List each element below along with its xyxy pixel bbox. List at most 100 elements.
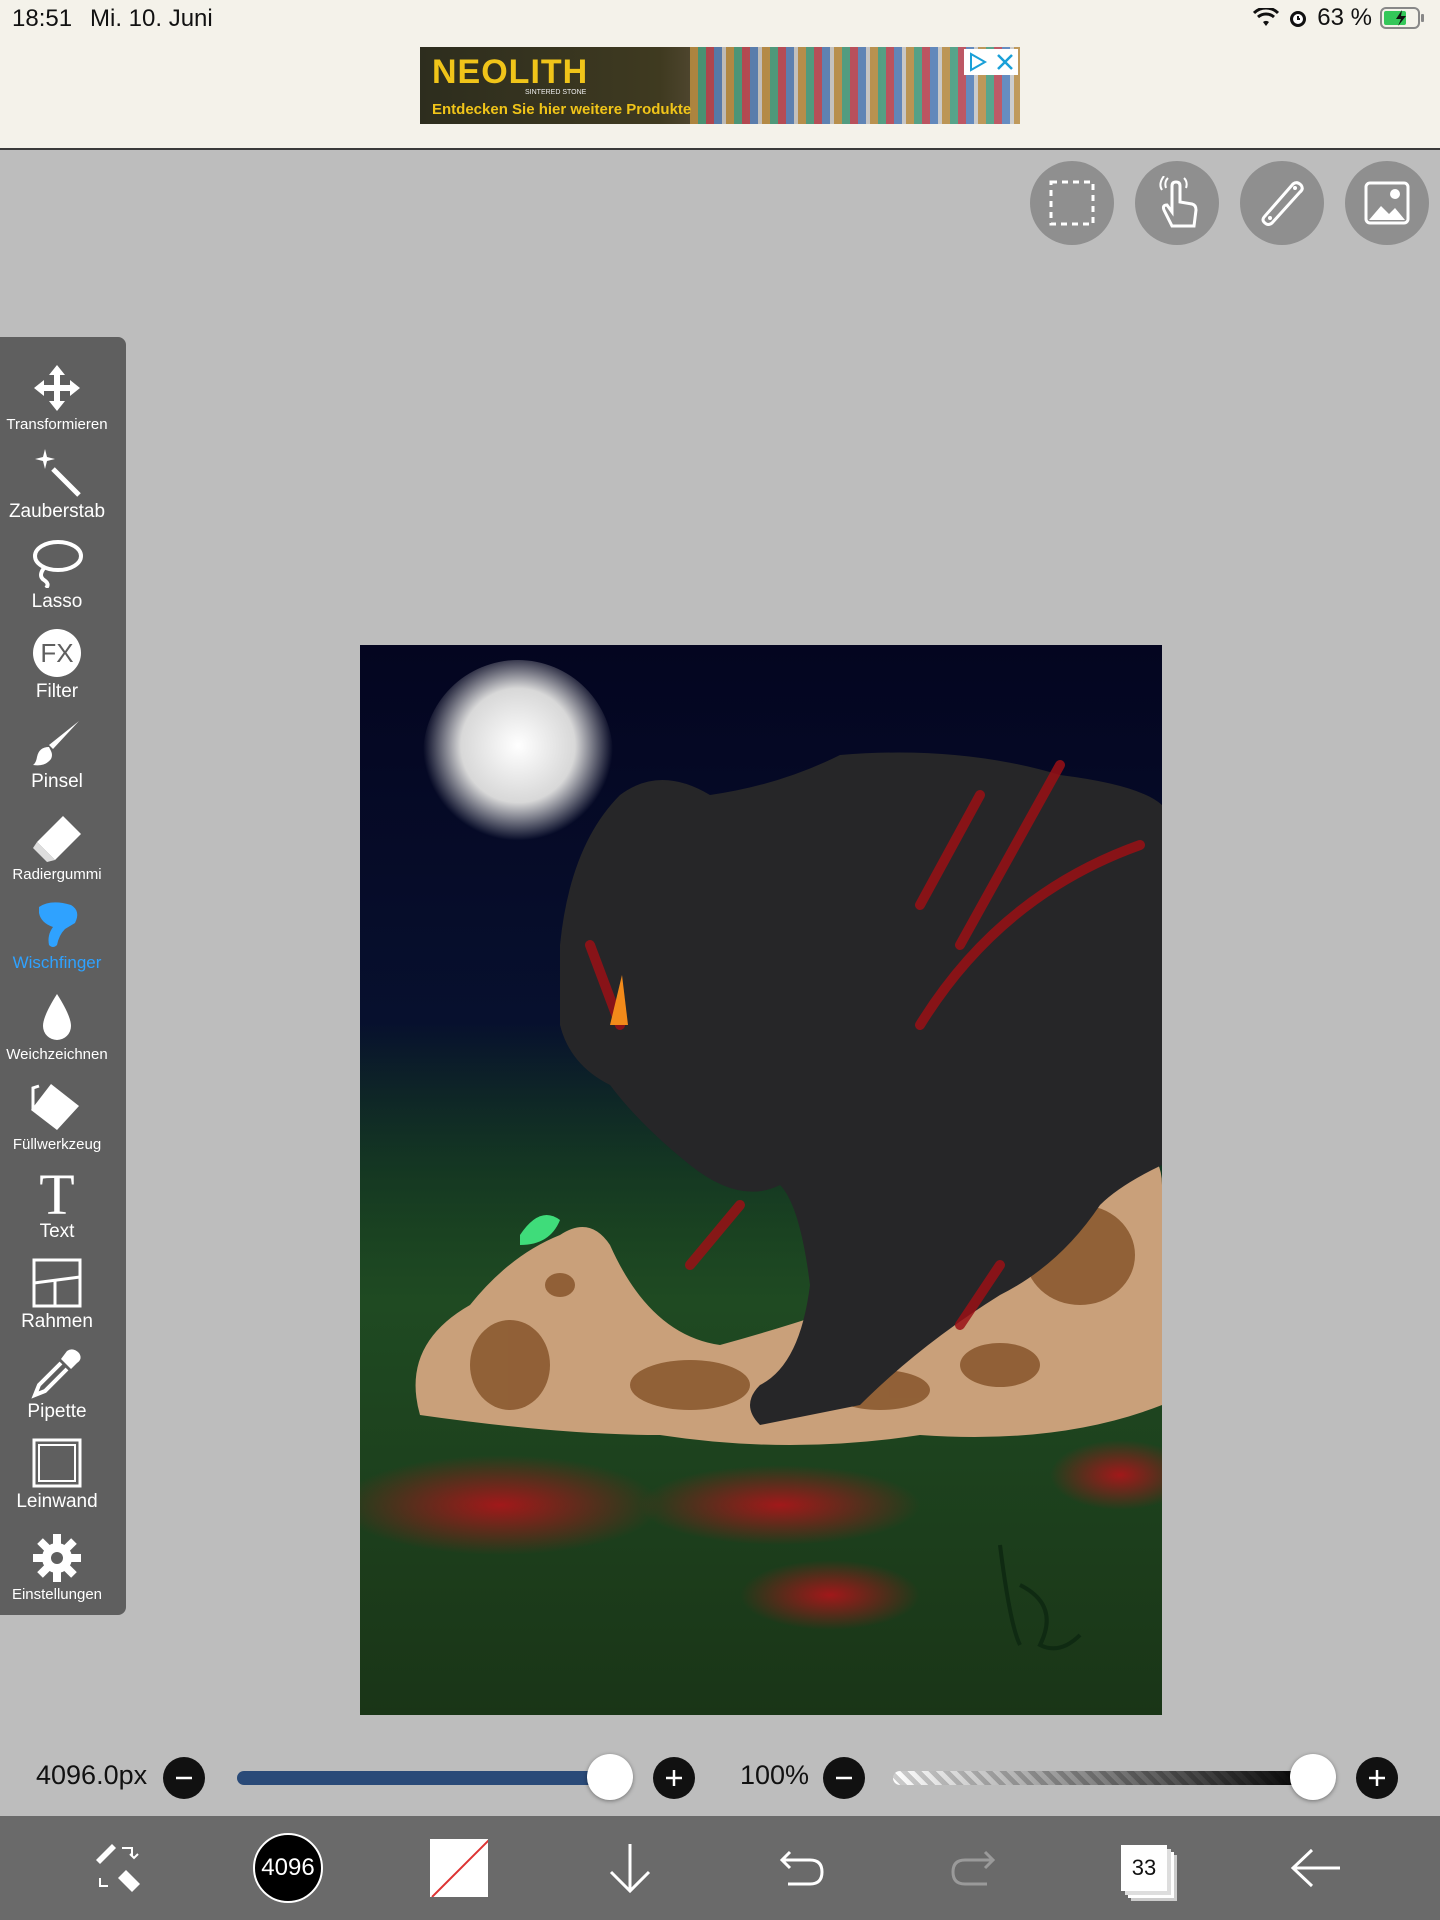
tool-pipette[interactable]: Pipette [0,1335,114,1423]
opacity-increase-button[interactable] [1356,1757,1398,1799]
text-icon: T [27,1166,87,1220]
layers-icon: 33 [1121,1845,1167,1891]
opacity-decrease-button[interactable] [823,1757,865,1799]
magic-wand-icon [27,447,87,499]
tool-radiergummi[interactable]: Radiergummi [0,795,114,883]
tool-sidebar: Transformieren Zauberstab Lasso FX Filte… [0,337,126,1615]
apply-down-button[interactable] [592,1830,668,1906]
frame-icon [27,1257,87,1309]
alarm-icon [1290,11,1307,27]
tool-rahmen[interactable]: Rahmen [0,1245,114,1333]
fill-bucket-icon [27,1082,87,1134]
undo-icon [779,1850,824,1886]
gesture-button[interactable] [1135,161,1219,245]
secondary-color-button[interactable] [421,1830,497,1906]
ad-close-button[interactable] [964,49,1018,75]
tool-filter[interactable]: FX Filter [0,615,114,703]
tool-label: Füllwerkzeug [12,1136,102,1153]
wifi-icon [1253,8,1280,26]
brush-size-increase-button[interactable] [653,1757,695,1799]
tool-label: Wischfinger [12,953,102,972]
tool-weichzeichnen[interactable]: Weichzeichnen [0,975,114,1063]
blood-stain [740,1560,920,1630]
ad-choices-icon[interactable] [968,52,988,72]
tool-einstellungen[interactable]: Einstellungen [0,1515,114,1603]
battery-percent: 63 % [1317,4,1372,31]
tool-label: Lasso [31,591,83,612]
brush-size-slider[interactable] [237,1771,609,1785]
tool-pinsel[interactable]: Pinsel [0,705,114,793]
status-date: Mi. 10. Juni [90,5,213,32]
tool-transformieren[interactable]: Transformieren [0,345,114,433]
tool-label: Rahmen [21,1311,93,1332]
arrow-down-icon [609,1844,651,1894]
layers-button[interactable]: 33 [1106,1830,1182,1906]
tool-lasso[interactable]: Lasso [0,525,114,613]
redo-button[interactable] [935,1830,1011,1906]
ruler-icon [1261,181,1304,226]
opacity-slider[interactable] [893,1771,1313,1785]
ad-logo-sub: SINTERED STONE [525,89,587,96]
tool-leinwand[interactable]: Leinwand [0,1425,114,1513]
canvas-icon [27,1437,87,1489]
primary-color-button[interactable]: 4096 [250,1830,326,1906]
redo-icon [951,1850,996,1886]
svg-text:T: T [39,1166,74,1220]
blur-drop-icon [27,992,87,1044]
ad-tagline: Entdecken Sie hier weitere Produkte [432,101,692,118]
secondary-color-swatch [430,1839,488,1897]
plus-icon [666,1770,682,1786]
status-indicators: 63 % [1253,4,1426,32]
tool-label: Zauberstab [8,501,106,522]
tool-fuellwerkzeug[interactable]: Füllwerkzeug [0,1065,114,1153]
undo-button[interactable] [764,1830,840,1906]
reference-image-button[interactable] [1345,161,1429,245]
opacity-slider-knob[interactable] [1290,1754,1336,1800]
artwork [360,660,1162,1715]
ad-banner[interactable]: NEOLITH SINTERED STONE Entdecken Sie hie… [420,47,1020,124]
tool-label: Filter [35,681,79,702]
brush-size-slider-knob[interactable] [587,1754,633,1800]
tool-switch-button[interactable] [80,1830,156,1906]
minus-icon [836,1776,852,1780]
brush-size-value: 4096.0px [36,1760,148,1790]
blood-stain [640,1465,920,1545]
back-button[interactable] [1278,1830,1354,1906]
tool-label: Text [39,1221,75,1242]
brush-size-decrease-button[interactable] [163,1757,205,1799]
bottom-toolbar: 4096 33 [0,1816,1440,1920]
brush-eraser-swap-icon [96,1844,140,1892]
selection-button[interactable] [1030,161,1114,245]
minus-icon [176,1776,192,1780]
tool-label: Radiergummi [12,866,102,883]
primary-color-swatch: 4096 [253,1833,323,1903]
selection-icon [1049,180,1095,226]
gear-icon [27,1532,87,1584]
moon [423,660,613,850]
move-icon [27,362,87,414]
fx-icon: FX [27,627,87,679]
smudge-icon [27,899,87,951]
close-icon[interactable] [996,53,1014,71]
tool-label: Weichzeichnen [6,1046,108,1063]
brush-controls: 4096.0px 100% [0,1740,1440,1820]
arrow-left-icon [1290,1848,1340,1888]
status-time: 18:51 [12,5,73,32]
tool-label: Pinsel [31,771,83,792]
status-bar: 18:51 Mi. 10. Juni 63 % [0,0,1440,36]
battery-icon [1380,7,1424,29]
hand-gesture-icon [1159,176,1198,228]
eyedropper-icon [27,1347,87,1399]
tool-text[interactable]: T Text [0,1155,114,1243]
tool-label: Transformieren [6,416,108,433]
ad-bar: NEOLITH SINTERED STONE Entdecken Sie hie… [0,36,1440,150]
brush-icon [27,717,87,769]
tool-zauberstab[interactable]: Zauberstab [0,435,114,523]
ruler-button[interactable] [1240,161,1324,245]
drawing-canvas[interactable] [360,645,1162,1715]
image-icon [1364,181,1410,225]
svg-text:FX: FX [40,638,73,668]
tool-wischfinger[interactable]: Wischfinger [0,885,114,973]
lasso-icon [27,537,87,589]
tool-label: Leinwand [16,1491,98,1512]
